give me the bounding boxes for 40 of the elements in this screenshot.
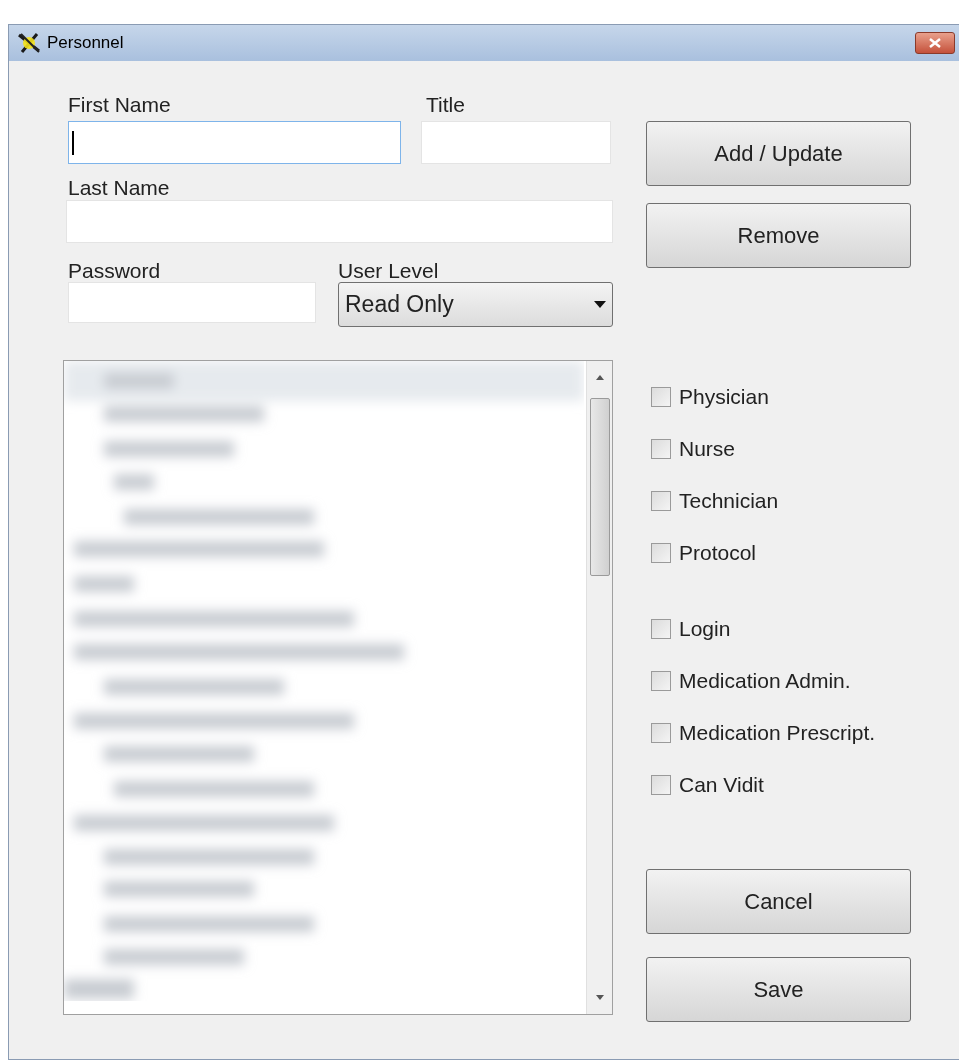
password-field[interactable]	[68, 282, 316, 323]
field-label: First Name	[68, 92, 172, 118]
checkbox-label: Medication Admin.	[679, 668, 851, 695]
field-label: Title	[426, 92, 465, 118]
checkbox[interactable]	[651, 723, 671, 743]
user-level-dropdown[interactable]: Read Only	[338, 282, 613, 327]
close-button[interactable]	[915, 32, 955, 54]
checkbox-label: Protocol	[679, 540, 757, 567]
last-name-field[interactable]	[66, 200, 613, 243]
field-label: Password	[68, 258, 162, 282]
close-icon	[929, 38, 941, 48]
checkbox[interactable]	[651, 775, 671, 795]
checkbox-label: Can Vidit	[679, 772, 764, 799]
checkbox[interactable]	[651, 387, 671, 407]
window-title: Personnel	[47, 32, 124, 55]
checkbox[interactable]	[651, 491, 671, 511]
scroll-thumb[interactable]	[589, 398, 610, 576]
dialog-button[interactable]: Cancel	[646, 869, 911, 934]
action-button[interactable]: Add / Update	[646, 121, 911, 186]
checkbox[interactable]	[651, 619, 671, 639]
checkbox-label: Technician	[679, 488, 779, 515]
action-button[interactable]: Remove	[646, 203, 911, 268]
checkbox-label: Login	[679, 616, 731, 643]
checkbox[interactable]	[651, 439, 671, 459]
scroll-up-icon	[595, 375, 604, 380]
title-field[interactable]	[421, 121, 611, 164]
checkbox-label: Nurse	[679, 436, 736, 463]
field-label: Last Name	[68, 175, 171, 200]
scroll-down-icon	[595, 995, 604, 1000]
app-logo-icon	[17, 31, 43, 55]
field-label: User Level	[338, 258, 439, 282]
checkbox[interactable]	[651, 671, 671, 691]
checkbox-label: Medication Prescript.	[679, 720, 876, 747]
checkbox-label: Physician	[679, 384, 769, 411]
checkbox[interactable]	[651, 543, 671, 563]
dropdown-arrow-icon	[594, 301, 606, 308]
dialog-button[interactable]: Save	[646, 957, 911, 1022]
scrollbar[interactable]	[586, 361, 612, 1014]
text-cursor	[72, 130, 74, 155]
first-name-field[interactable]	[68, 121, 401, 164]
